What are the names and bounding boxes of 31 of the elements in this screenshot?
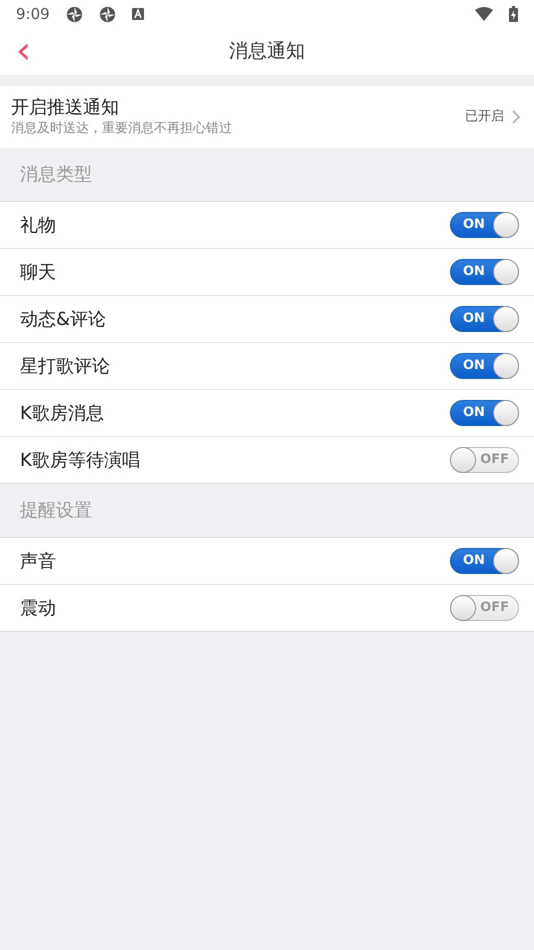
wifi-icon <box>475 7 493 21</box>
toggle-switch[interactable]: ON <box>450 212 519 238</box>
setting-description: 消息及时送达，重要消息不再担心错过 <box>11 120 232 138</box>
setting-label: 星打歌评论 <box>20 354 110 378</box>
setting-status: 已开启 <box>465 108 504 126</box>
section-header: 消息类型 <box>19 163 93 187</box>
push-setting-row[interactable]: 开启推送通知 消息及时送达，重要消息不再担心错过 已开启 <box>0 86 534 148</box>
toggle-switch[interactable]: ON <box>450 306 519 332</box>
setting-title: 开启推送通知 <box>11 96 120 119</box>
toggle-switch[interactable]: ON <box>450 259 519 285</box>
pinwheel-icon <box>98 6 116 22</box>
setting-label: 声音 <box>20 550 56 574</box>
setting-label: 聊天 <box>20 260 56 284</box>
setting-label: 礼物 <box>20 214 56 238</box>
battery-icon <box>509 6 518 22</box>
app-icon <box>132 8 144 20</box>
status-time: 9:09 <box>16 4 50 25</box>
setting-label: 动态&评论 <box>20 308 106 332</box>
chevron-right-icon <box>512 110 520 124</box>
pinwheel-icon <box>66 6 83 22</box>
toggle-switch[interactable]: OFF <box>450 447 519 473</box>
toggle-switch[interactable]: ON <box>450 400 519 426</box>
toggle-switch[interactable]: ON <box>450 548 519 574</box>
setting-label: K歌房消息 <box>20 402 104 426</box>
section-header: 提醒设置 <box>19 499 93 523</box>
setting-label: 震动 <box>20 596 56 620</box>
page-title: 消息通知 <box>229 39 305 64</box>
setting-label: K歌房等待演唱 <box>20 448 140 472</box>
back-button[interactable]: ‹ <box>12 32 36 68</box>
toggle-switch[interactable]: ON <box>450 353 519 379</box>
toggle-switch[interactable]: OFF <box>450 595 519 621</box>
